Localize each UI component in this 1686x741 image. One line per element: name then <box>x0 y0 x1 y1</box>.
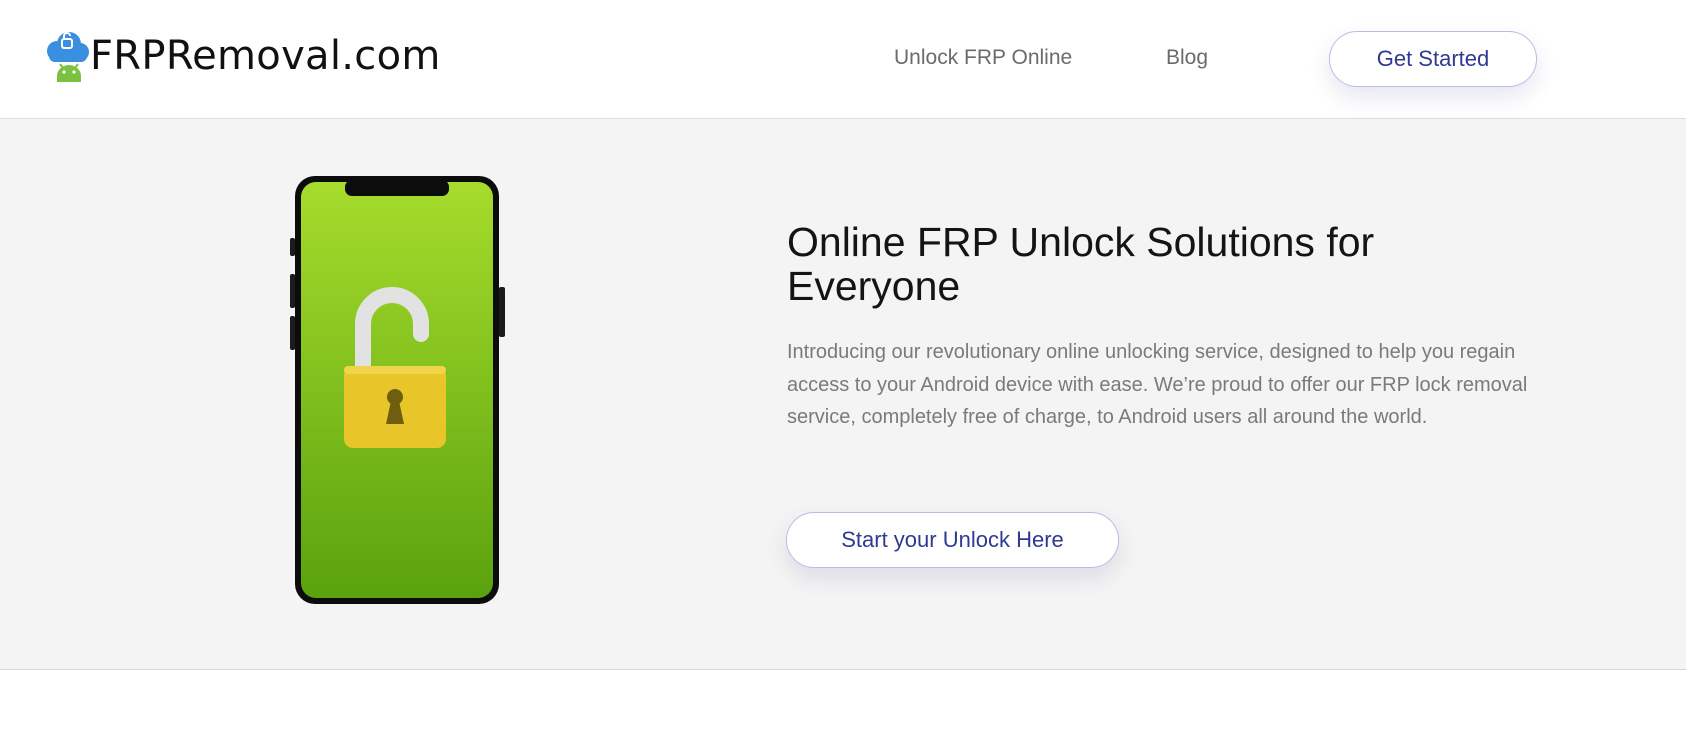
get-started-button[interactable]: Get Started <box>1329 31 1537 87</box>
nav-link-blog[interactable]: Blog <box>1166 44 1208 72</box>
site-logo[interactable]: FRPRemoval.com <box>40 30 441 82</box>
cloud-robot-logo-icon <box>47 32 89 82</box>
nav-link-unlock-frp-online[interactable]: Unlock FRP Online <box>894 44 1072 72</box>
start-unlock-button[interactable]: Start your Unlock Here <box>786 512 1119 568</box>
hero-title: Online FRP Unlock Solutions for Everyone <box>787 219 1375 309</box>
hero-description: Introducing our revolutionary online unl… <box>787 341 1528 428</box>
site-name: FRPRemoval.com <box>90 33 441 79</box>
phone-unlock-illustration <box>290 176 505 604</box>
site-header: FRPRemoval.com Unlock FRP Online Blog Ge… <box>0 0 1686 119</box>
